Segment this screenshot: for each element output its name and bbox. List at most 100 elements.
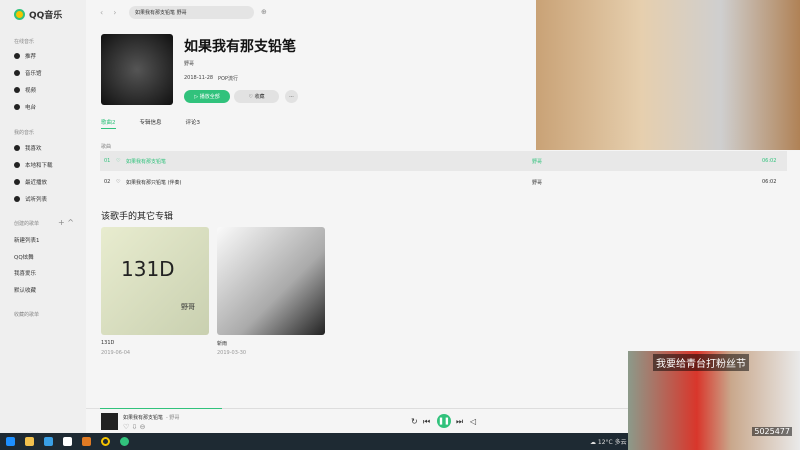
streamer-webcam-overlay: 我要给青台打粉丝节 5025477	[628, 351, 800, 450]
volume-icon[interactable]: ◁	[470, 417, 476, 426]
cover-text: 131D	[121, 257, 175, 281]
songs-header: 歌曲	[101, 144, 112, 150]
app-name: QQ音乐	[29, 11, 63, 21]
song-title: 如果我有那只铅笔 (伴奏)	[126, 179, 182, 186]
album-card-zhanyu[interactable]	[217, 227, 325, 335]
windows-start-icon[interactable]	[6, 437, 15, 446]
more-button[interactable]: ···	[285, 90, 298, 103]
edge-icon[interactable]	[44, 437, 53, 446]
heart-icon[interactable]: ♡	[116, 158, 126, 164]
progress-bar[interactable]	[100, 408, 712, 409]
sidebar-item-recommend[interactable]: 推荐	[14, 52, 36, 60]
webcam-overlay	[536, 0, 800, 150]
sidebar-item-local[interactable]: 本地和下载	[14, 161, 53, 169]
playlist-item[interactable]: 我喜爱乐	[14, 269, 36, 277]
recommend-icon	[14, 53, 20, 59]
song-duration: 06:02	[762, 179, 777, 185]
label: 音乐馆	[25, 71, 42, 77]
back-button[interactable]: ‹	[100, 8, 103, 17]
tab-comments[interactable]: 评论3	[186, 118, 201, 129]
weather[interactable]: ☁ 12°C 多云	[590, 437, 627, 446]
album-name[interactable]: 131D	[101, 340, 114, 346]
song-artist[interactable]: 野哥	[532, 158, 762, 165]
song-num: 01	[104, 158, 111, 164]
other-albums-heading: 该歌手的其它专辑	[101, 212, 174, 222]
app-icon[interactable]	[63, 437, 72, 446]
monitor-icon	[14, 162, 20, 168]
album-card-131d[interactable]: 131D 野哥	[101, 227, 209, 335]
section-created: 创建的歌单	[14, 221, 40, 227]
sidebar-item-queue[interactable]: 试听列表	[14, 195, 47, 203]
download-icon[interactable]: ⊕	[261, 8, 267, 16]
label: 本地和下载	[25, 163, 53, 169]
qq-music-logo-icon	[14, 9, 25, 20]
radio-icon	[14, 104, 20, 110]
sidebar: QQ音乐 在线音乐 推荐 音乐馆 视频 电台 我的音乐 我喜欢 本地和下载 最近…	[0, 0, 86, 433]
like-icon[interactable]: ♡ ⇩ ⊖	[123, 423, 145, 431]
sidebar-item-radio[interactable]: 电台	[14, 103, 36, 111]
video-icon	[14, 87, 20, 93]
album-date: 2018-11-28	[184, 75, 214, 81]
weather-text: 多云	[614, 439, 627, 446]
tab-album-info[interactable]: 专辑信息	[140, 118, 162, 129]
temperature: 12°C	[597, 439, 613, 446]
heart-icon[interactable]: ♡	[116, 179, 126, 185]
album-name[interactable]: 斩雨	[217, 340, 227, 347]
sidebar-item-liked[interactable]: 我喜欢	[14, 144, 42, 152]
playlist-item[interactable]: 默认收藏	[14, 286, 36, 294]
room-number: 5025477	[752, 427, 792, 436]
app-logo[interactable]: QQ音乐	[14, 8, 62, 21]
play-all-button[interactable]: ▷ 播放全部	[184, 90, 230, 103]
overlay-caption: 我要给青台打粉丝节	[653, 354, 749, 371]
album-cover	[101, 34, 173, 105]
now-playing-title[interactable]: 如果我有那支铅笔	[123, 414, 163, 421]
song-artist[interactable]: 野哥	[532, 179, 762, 186]
app-icon[interactable]	[82, 437, 91, 446]
app-icon[interactable]	[101, 437, 110, 446]
label: 最近播放	[25, 180, 48, 186]
file-explorer-icon[interactable]	[25, 437, 34, 446]
label: 我喜欢	[25, 146, 42, 152]
label: 收藏	[254, 94, 265, 100]
pause-button[interactable]: ❚❚	[437, 414, 451, 428]
playlist-item[interactable]: QQ炫舞	[14, 253, 34, 261]
search-input[interactable]: 如果我有那支铅笔 野哥	[129, 6, 254, 19]
previous-icon[interactable]: ⏮	[423, 417, 430, 427]
album-date: 2019-06-04	[101, 350, 131, 356]
label: 视频	[25, 88, 37, 94]
heart-icon	[14, 145, 20, 151]
label: 播放全部	[199, 94, 220, 100]
tab-songs[interactable]: 歌曲2	[101, 118, 116, 129]
label: 推荐	[25, 54, 37, 60]
song-row[interactable]: 01 ♡ 如果我有那支铅笔 野哥 06:02	[100, 151, 787, 171]
tabs: 歌曲2 专辑信息 评论3	[101, 118, 200, 129]
now-playing-artist[interactable]: - 野哥	[166, 414, 179, 421]
qq-music-taskbar-icon[interactable]	[120, 437, 129, 446]
song-title: 如果我有那支铅笔	[126, 158, 167, 165]
song-row[interactable]: 02 ♡ 如果我有那只铅笔 (伴奏) 野哥 06:02	[100, 172, 787, 192]
add-playlist-icon[interactable]: + ^	[58, 218, 74, 227]
playlist-item[interactable]: 新建列表1	[14, 236, 40, 244]
next-icon[interactable]: ⏭	[456, 417, 463, 427]
music-note-icon	[14, 70, 20, 76]
clock-icon	[14, 179, 20, 185]
forward-button[interactable]: ›	[113, 8, 116, 17]
album-title: 如果我有那支铅笔	[184, 39, 296, 55]
sidebar-item-music-hall[interactable]: 音乐馆	[14, 69, 42, 77]
song-duration: 06:02	[762, 158, 777, 164]
song-num: 02	[104, 179, 111, 185]
sidebar-item-recent[interactable]: 最近播放	[14, 178, 47, 186]
section-online: 在线音乐	[14, 39, 35, 45]
sidebar-item-video[interactable]: 视频	[14, 86, 36, 94]
loop-icon[interactable]: ↻	[411, 417, 418, 426]
playlist-icon	[14, 196, 20, 202]
cover-sub: 野哥	[181, 303, 195, 311]
album-date: 2019-03-30	[217, 350, 247, 356]
label: 试听列表	[25, 197, 48, 203]
album-artist[interactable]: 野哥	[184, 60, 194, 67]
section-collected: 收藏的歌单	[14, 312, 40, 318]
favorite-button[interactable]: ♡ 收藏	[234, 90, 279, 103]
now-playing-cover[interactable]	[101, 413, 118, 430]
label: 电台	[25, 105, 37, 111]
section-mine: 我的音乐	[14, 130, 35, 136]
